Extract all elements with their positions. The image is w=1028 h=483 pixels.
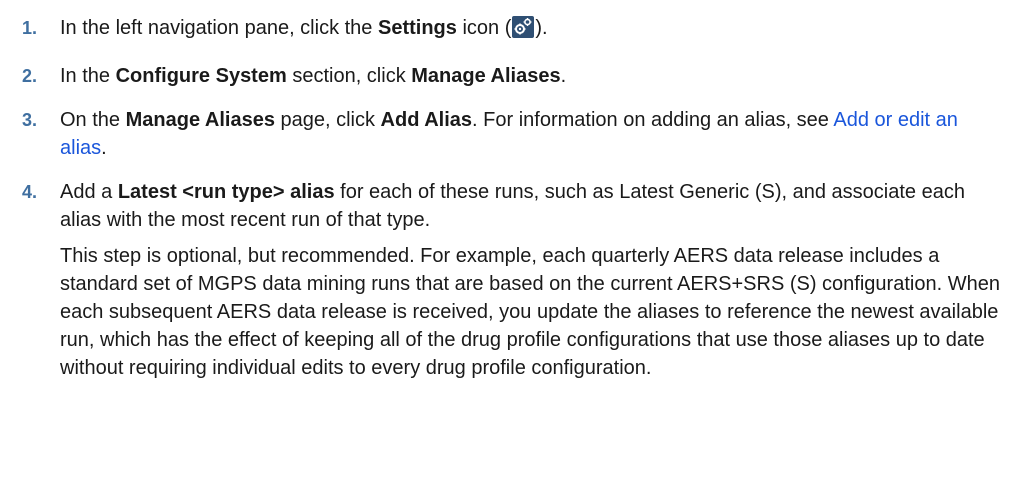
procedure-steps: 1. In the left navigation pane, click th… [0, 0, 1028, 382]
step-text: In the left navigation pane, click the S… [60, 14, 1008, 46]
step-note: This step is optional, but recommended. … [60, 245, 1000, 379]
step-3: 3. On the Manage Aliases page, click Add… [0, 106, 1028, 162]
step-4: 4. Add a Latest <run type> alias for eac… [0, 178, 1028, 382]
step-text: On the Manage Aliases page, click Add Al… [60, 109, 958, 159]
add-alias-label: Add Alias [380, 109, 473, 131]
manage-aliases-label: Manage Aliases [411, 65, 561, 87]
step-text: In the Configure System section, click M… [60, 65, 567, 87]
latest-run-type-alias-label: Latest <run type> alias [117, 181, 335, 203]
step-text: Add a Latest <run type> alias for each o… [60, 181, 965, 231]
configure-system-label: Configure System [115, 65, 287, 87]
settings-label: Settings [377, 17, 457, 39]
settings-gear-icon [512, 16, 535, 46]
step-number: 2. [22, 66, 38, 86]
step-number: 1. [22, 18, 38, 38]
step-number: 3. [22, 110, 38, 130]
step-number: 4. [22, 182, 38, 202]
step-1: 1. In the left navigation pane, click th… [0, 14, 1028, 46]
step-2: 2. In the Configure System section, clic… [0, 62, 1028, 90]
manage-aliases-page-label: Manage Aliases [125, 109, 275, 131]
